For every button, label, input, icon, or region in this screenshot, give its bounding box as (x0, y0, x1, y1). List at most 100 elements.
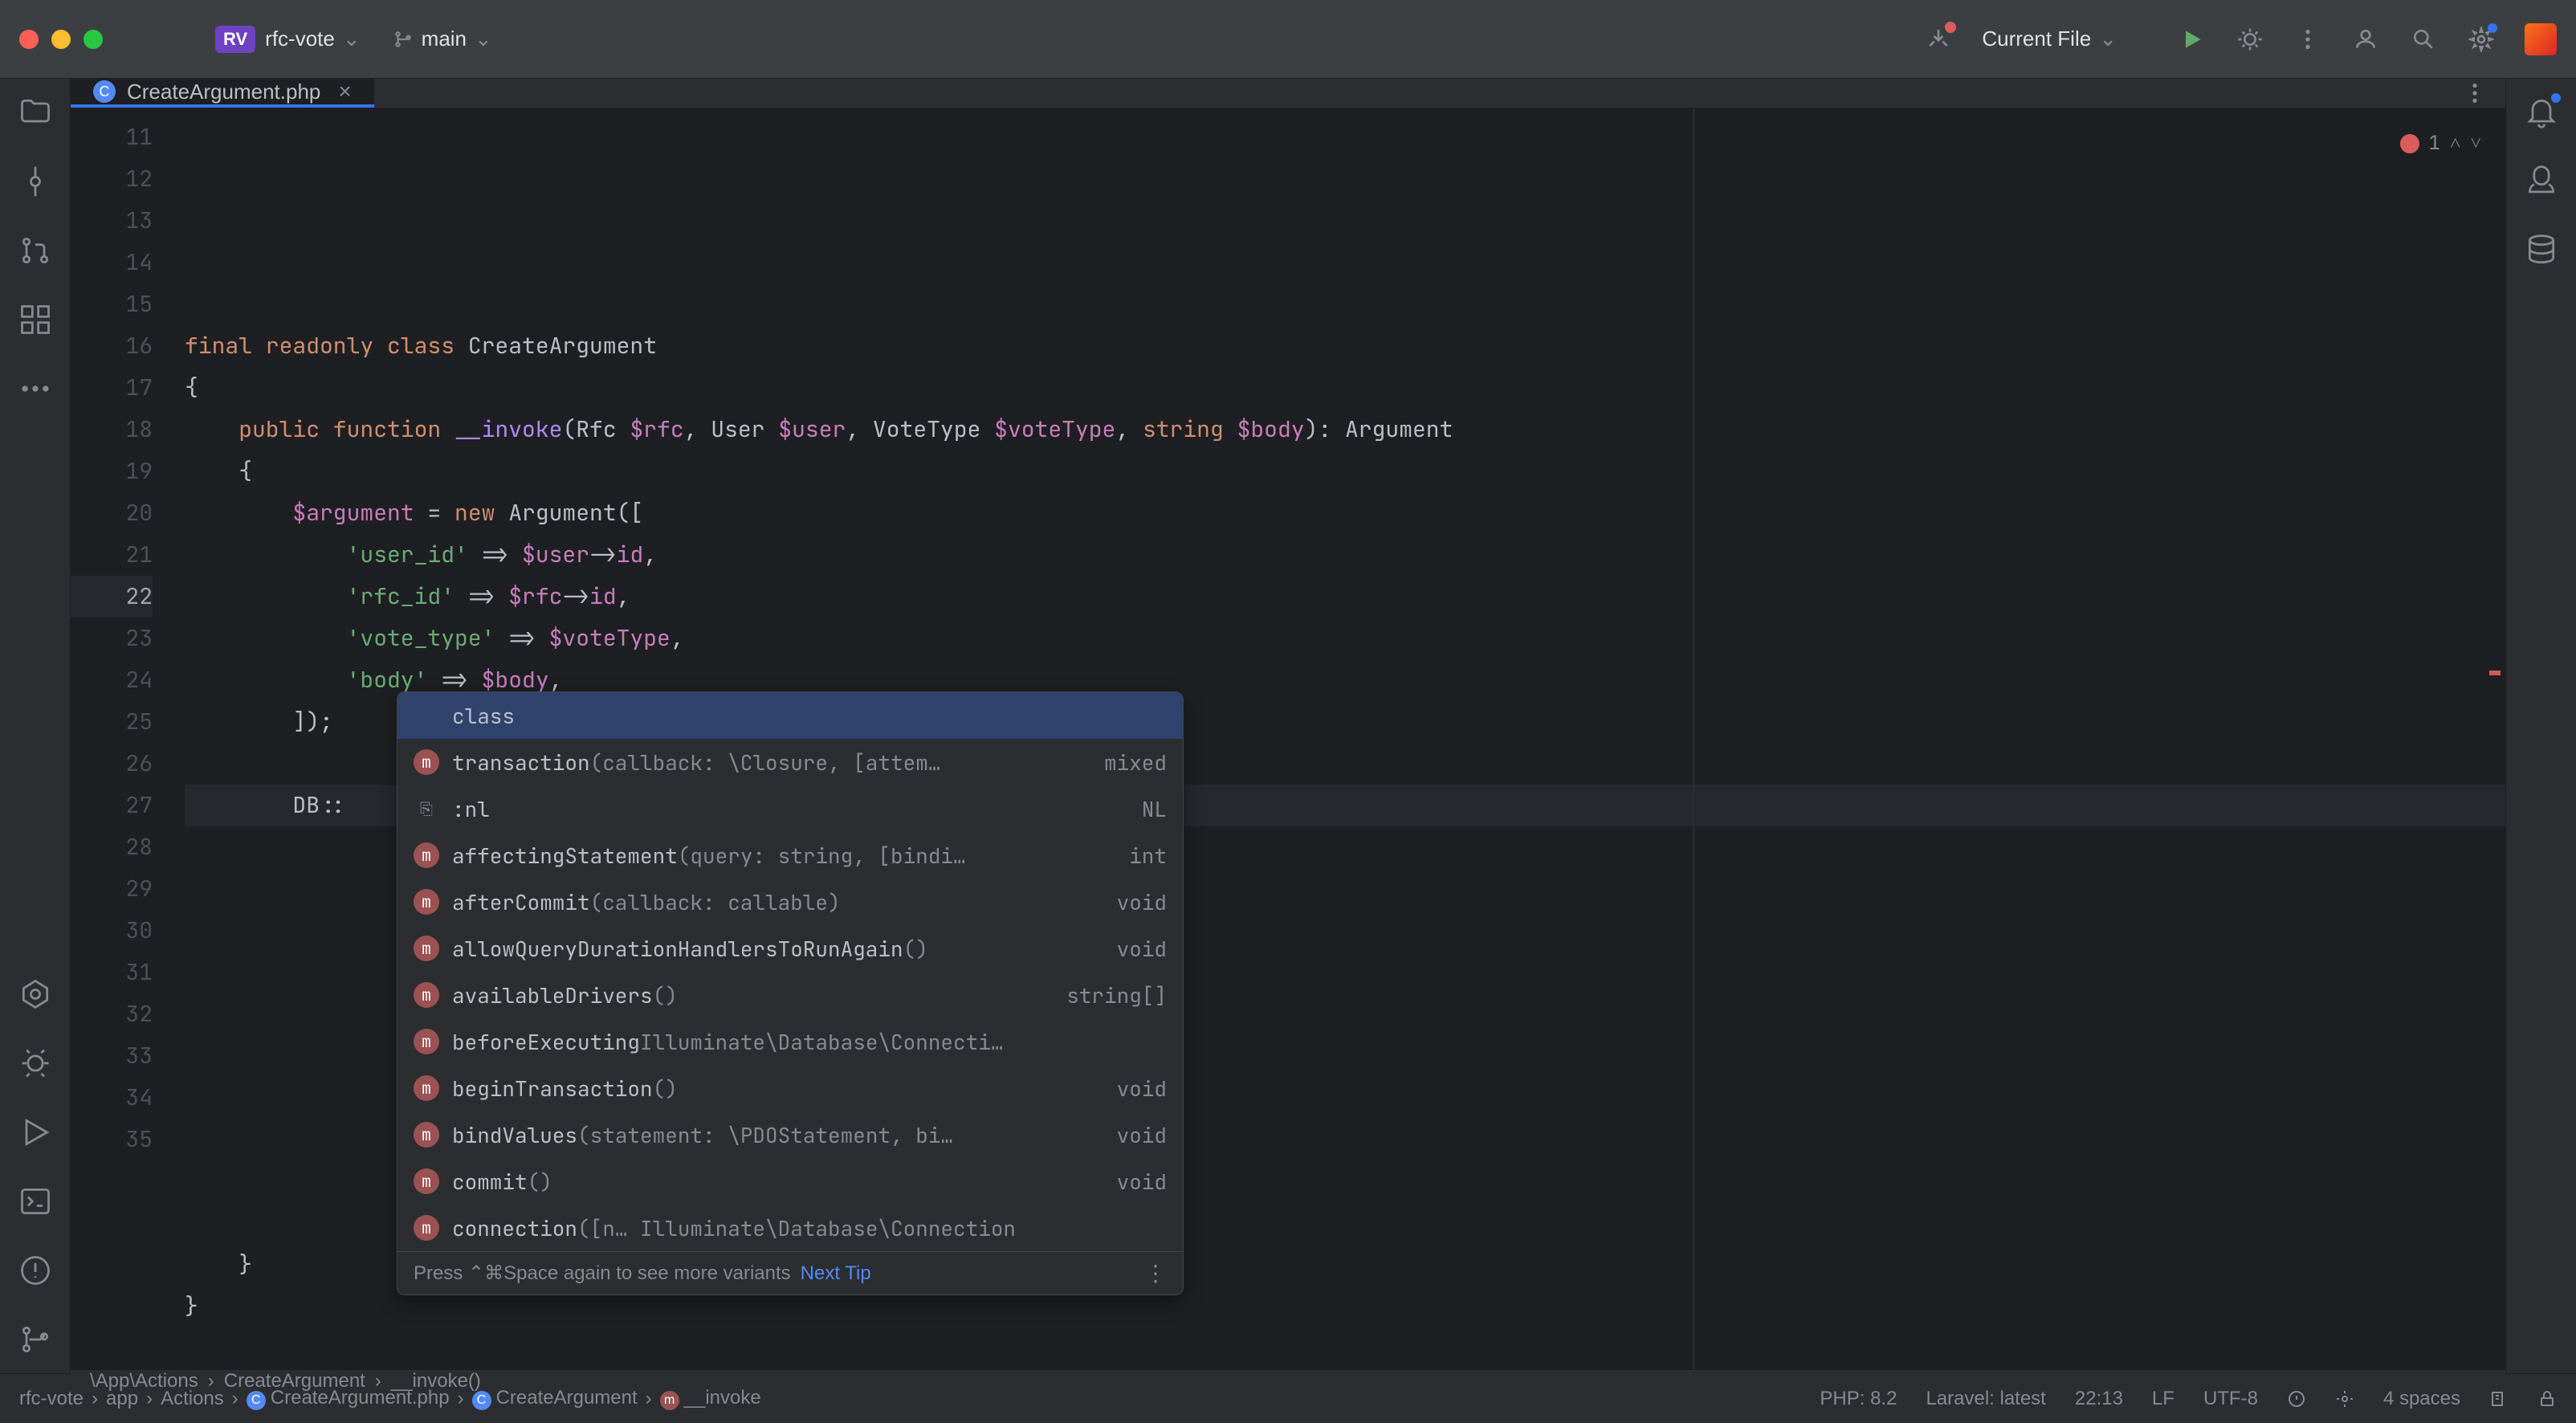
project-tool-icon[interactable] (18, 95, 53, 130)
readonly-icon[interactable] (2287, 1389, 2306, 1409)
line-number[interactable]: 25 (71, 701, 153, 743)
line-number[interactable]: 35 (71, 1119, 153, 1160)
caret-position[interactable]: 22:13 (2075, 1388, 2123, 1410)
structure-tool-icon[interactable] (18, 302, 53, 337)
chevron-down-icon[interactable]: ˅ (2470, 123, 2481, 165)
nav-path-item[interactable]: app (106, 1388, 138, 1410)
line-number[interactable]: 22 (71, 576, 153, 618)
line-number[interactable]: 34 (71, 1077, 153, 1119)
nav-path-item[interactable]: CCreateArgument (472, 1387, 638, 1410)
completion-item[interactable]: mconnection([n… Illuminate\Database\Conn… (397, 1205, 1183, 1251)
encoding[interactable]: UTF-8 (2203, 1388, 2258, 1410)
code-line[interactable]: public function __invoke(Rfc $rfc, User … (185, 409, 2505, 451)
completion-item[interactable]: mcommit()void (397, 1158, 1183, 1205)
line-number[interactable]: 30 (71, 910, 153, 952)
run-button[interactable] (2178, 25, 2207, 54)
vcs-update-icon[interactable] (1924, 25, 1953, 54)
php-version[interactable]: PHP: 8.2 (1820, 1388, 1897, 1410)
inspection-widget[interactable]: 1 ˄ ˅ (2400, 123, 2482, 165)
line-number[interactable]: 16 (71, 325, 153, 367)
more-actions-button[interactable] (2293, 25, 2322, 54)
navigation-bar[interactable]: rfc-vote›app›Actions›CCreateArgument.php… (19, 1387, 761, 1410)
database-tool-icon[interactable] (2524, 233, 2559, 268)
debug-button[interactable] (2236, 25, 2264, 54)
code-line[interactable]: 'vote_type' => $voteType, (185, 618, 2505, 659)
code-line[interactable] (185, 1327, 2505, 1369)
run-tool-icon[interactable] (18, 1115, 53, 1150)
next-tip-link[interactable]: Next Tip (801, 1262, 871, 1285)
search-everywhere-icon[interactable] (2409, 25, 2438, 54)
memory-indicator-icon[interactable] (2335, 1389, 2354, 1409)
line-number[interactable]: 20 (71, 492, 153, 534)
file-status-icon[interactable] (2489, 1389, 2509, 1409)
nav-path-item[interactable]: CCreateArgument.php (247, 1387, 450, 1410)
completion-item[interactable]: mtransaction(callback: \Closure, [attem…… (397, 739, 1183, 785)
line-number[interactable]: 12 (71, 158, 153, 200)
run-configuration[interactable]: Current File ⌄ (1982, 27, 2149, 51)
line-number[interactable]: 13 (71, 200, 153, 242)
line-number[interactable]: 31 (71, 952, 153, 993)
completion-item[interactable]: mafterCommit(callback: callable)void (397, 879, 1183, 925)
code-line[interactable]: 'user_id' => $user->id, (185, 534, 2505, 576)
code-line[interactable]: 'rfc_id' => $rfc->id, (185, 576, 2505, 618)
lock-icon[interactable] (2537, 1389, 2557, 1409)
services-tool-icon[interactable] (18, 977, 53, 1012)
commit-tool-icon[interactable] (18, 164, 53, 199)
indent-settings[interactable]: 4 spaces (2383, 1388, 2460, 1410)
chevron-down-icon[interactable]: ⌄ (343, 27, 361, 51)
chevron-up-icon[interactable]: ˄ (2450, 123, 2461, 165)
vcs-branch[interactable]: main ⌄ (393, 27, 524, 51)
vcs-tool-icon[interactable] (18, 1322, 53, 1357)
completion-item[interactable]: mbindValues(statement: \PDOStatement, bi… (397, 1111, 1183, 1158)
line-separator[interactable]: LF (2152, 1388, 2175, 1410)
code-line[interactable]: { (185, 367, 2505, 409)
line-number[interactable]: 29 (71, 868, 153, 910)
maximize-window-icon[interactable] (84, 30, 103, 49)
terminal-tool-icon[interactable] (18, 1184, 53, 1219)
tab-createargument[interactable]: C CreateArgument.php × (71, 79, 374, 108)
ai-assistant-icon[interactable] (2524, 164, 2559, 199)
line-number[interactable]: 11 (71, 116, 153, 158)
laravel-version[interactable]: Laravel: latest (1926, 1388, 2045, 1410)
line-number[interactable]: 19 (71, 451, 153, 492)
minimize-window-icon[interactable] (51, 30, 71, 49)
code-line[interactable]: { (185, 451, 2505, 492)
line-number[interactable]: 15 (71, 283, 153, 325)
code-line[interactable]: $argument = new Argument([ (185, 492, 2505, 534)
code-line[interactable]: final readonly class CreateArgument (185, 325, 2505, 367)
completion-item[interactable]: ⎘:nlNL (397, 785, 1183, 832)
completion-item[interactable]: mallowQueryDurationHandlersToRunAgain()v… (397, 925, 1183, 972)
app-icon[interactable] (2525, 23, 2557, 55)
line-number[interactable]: 33 (71, 1035, 153, 1077)
completion-item[interactable]: mbeforeExecuting Illuminate\Database\Con… (397, 1018, 1183, 1065)
more-icon[interactable]: ⋮ (1144, 1260, 1167, 1286)
pull-requests-icon[interactable] (18, 233, 53, 268)
completion-item[interactable]: maffectingStatement(query: string, [bind… (397, 832, 1183, 879)
notifications-icon[interactable] (2524, 95, 2559, 130)
project-name[interactable]: rfc-vote (265, 27, 335, 51)
line-number[interactable]: 32 (71, 993, 153, 1035)
line-number[interactable]: 17 (71, 367, 153, 409)
settings-icon[interactable] (2467, 25, 2496, 54)
line-number[interactable]: 28 (71, 826, 153, 868)
nav-path-item[interactable]: Actions (161, 1388, 224, 1410)
completion-item[interactable]: mbeginTransaction()void (397, 1065, 1183, 1111)
tab-options-icon[interactable] (2460, 79, 2489, 108)
close-window-icon[interactable] (19, 30, 39, 49)
problems-tool-icon[interactable] (18, 1253, 53, 1288)
completion-item[interactable]: class (397, 692, 1183, 739)
line-number[interactable]: 26 (71, 743, 153, 785)
more-tools-icon[interactable] (18, 371, 53, 406)
nav-path-item[interactable]: rfc-vote (19, 1388, 84, 1410)
line-number[interactable]: 18 (71, 409, 153, 451)
line-number[interactable]: 24 (71, 659, 153, 701)
nav-path-item[interactable]: m__invoke (660, 1387, 761, 1410)
completion-item[interactable]: mavailableDrivers()string[] (397, 972, 1183, 1018)
line-number[interactable]: 27 (71, 785, 153, 826)
line-number[interactable]: 14 (71, 242, 153, 283)
debug-tool-icon[interactable] (18, 1046, 53, 1081)
code-with-me-icon[interactable] (2351, 25, 2380, 54)
line-number[interactable]: 21 (71, 534, 153, 576)
line-number[interactable]: 23 (71, 618, 153, 659)
close-tab-icon[interactable]: × (338, 79, 351, 104)
